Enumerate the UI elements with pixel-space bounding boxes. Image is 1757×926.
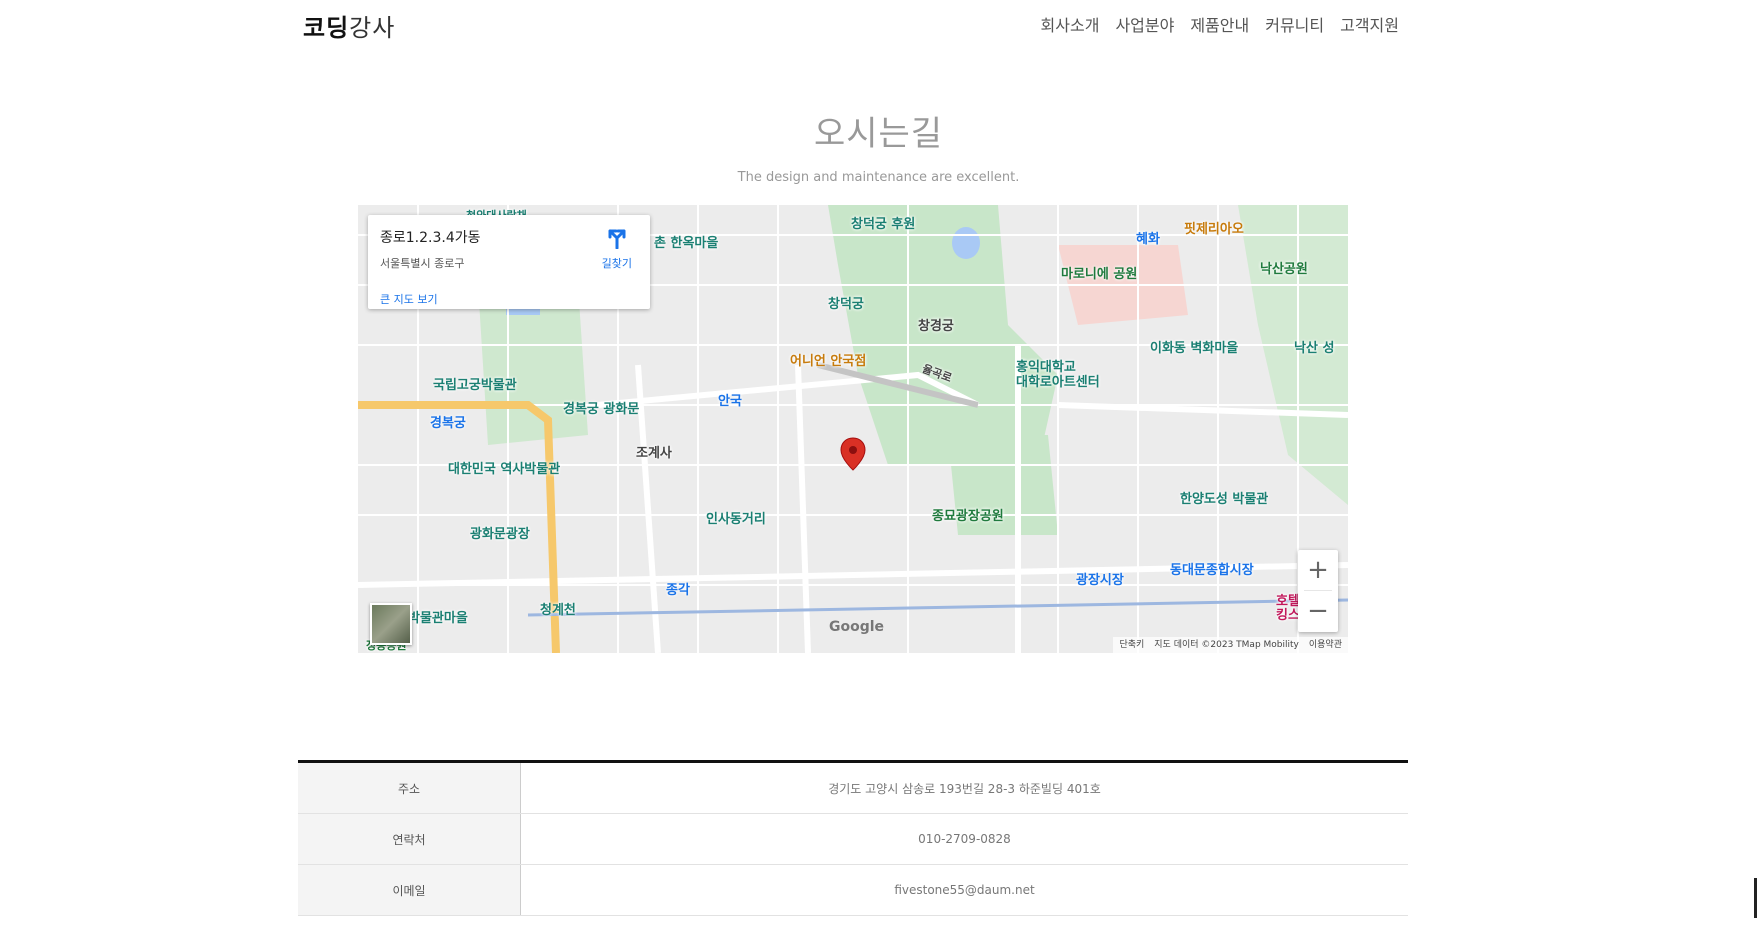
map-label-changdeokgung-garden: 창덕궁 후원 — [851, 217, 916, 232]
address-key: 주소 — [298, 761, 521, 814]
map-label-gwanghwamun-gate: 경복궁 광화문 — [563, 402, 640, 417]
email-value: fivestone55@daum.net — [520, 864, 1408, 916]
section-title: 오시는길 — [813, 114, 944, 154]
attrib-data: 지도 데이터 ©2023 TMap Mobility — [1154, 640, 1299, 650]
directions-icon — [608, 229, 626, 250]
map-label-dongdaemun: 동대문종합시장 — [1170, 563, 1254, 578]
map-label-pitjeria: 핏제리아오 — [1184, 222, 1244, 237]
map-label-jonggak: 종각 — [666, 583, 690, 598]
map-label-naksan: 낙산공원 — [1260, 262, 1308, 277]
site-logo[interactable]: 코딩강사 — [303, 8, 395, 43]
map-info-place: 종로1.2.3.4가동 — [380, 230, 481, 246]
logo-part-2: 강사 — [349, 14, 396, 42]
map-label-ihwa: 이화동 벽화마을 — [1150, 341, 1239, 356]
map-label-insadong: 인사동거리 — [706, 512, 766, 527]
map-attribution: 단축키 지도 데이터 ©2023 TMap Mobility 이용약관 — [1113, 637, 1348, 653]
map-label-hanyang: 한양도성 박물관 — [1180, 492, 1269, 507]
map-label-gwangjang: 광장시장 — [1076, 573, 1124, 588]
satellite-toggle[interactable] — [370, 603, 412, 645]
map-label-gyeongbokgung-station: 경복궁 — [430, 416, 466, 431]
attrib-shortcuts[interactable]: 단축키 — [1119, 637, 1144, 653]
nav-item-support[interactable]: 고객지원 — [1340, 12, 1399, 36]
zoom-control: + − — [1298, 550, 1338, 632]
address-value: 경기도 고양시 삼송로 193번길 28-3 하준빌딩 401호 — [520, 761, 1408, 814]
map-label-changdeokgung: 창덕궁 — [828, 297, 864, 312]
table-row: 연락처 010-2709-0828 — [298, 813, 1408, 865]
map-label-hotel: 호텔 킹스 — [1276, 594, 1300, 623]
map-label-marronnier: 마로니에 공원 — [1061, 267, 1138, 282]
map-label-changgyeonggung: 창경궁 — [918, 319, 954, 334]
nav-item-business[interactable]: 사업분야 — [1115, 12, 1174, 36]
phone-key: 연락처 — [298, 813, 521, 865]
map-label-jongmyo: 종묘광장공원 — [932, 509, 1004, 524]
map-marker-icon[interactable] — [840, 437, 866, 471]
main-nav: 회사소개 사업분야 제품안내 커뮤니티 고객지원 — [1041, 12, 1399, 36]
directions-button[interactable]: 길찾기 — [602, 227, 632, 271]
directions-label: 길찾기 — [601, 257, 632, 270]
contact-table: 주소 경기도 고양시 삼송로 193번길 28-3 하준빌딩 401호 연락처 … — [298, 760, 1408, 916]
map-label-anguk: 안국 — [718, 394, 742, 409]
nav-item-products[interactable]: 제품안내 — [1190, 12, 1249, 36]
map-label-cheonggyecheon: 청계천 — [540, 603, 576, 618]
map-label-bukchon: 촌 한옥마을 — [654, 236, 719, 251]
map-label-naksan-fort: 낙산 성 — [1294, 341, 1335, 356]
map-label-hongik: 홍익대학교 대학로아트센터 — [1016, 360, 1100, 390]
google-logo: Google — [829, 619, 885, 635]
table-row: 주소 경기도 고양시 삼송로 193번길 28-3 하준빌딩 401호 — [298, 761, 1408, 814]
email-key: 이메일 — [298, 864, 521, 916]
map-label-gwanghwamun-square: 광화문광장 — [470, 527, 530, 542]
nav-item-company[interactable]: 회사소개 — [1041, 12, 1100, 36]
map-label-gogung: 국립고궁박물관 — [433, 378, 517, 393]
zoom-in-button[interactable]: + — [1298, 550, 1338, 590]
map-label-museum-village: 박물관마을 — [408, 611, 468, 626]
map-info-card: 종로1.2.3.4가동 서울특별시 종로구 큰 지도 보기 길찾기 — [368, 215, 650, 309]
section-subtitle: The design and maintenance are excellent… — [737, 170, 1020, 185]
larger-map-link[interactable]: 큰 지도 보기 — [380, 291, 438, 307]
map-label-onion: 어니언 안국점 — [790, 354, 867, 369]
logo-part-1: 코딩 — [303, 13, 350, 42]
nav-item-community[interactable]: 커뮤니티 — [1265, 12, 1324, 36]
map-label-jogyesa: 조계사 — [636, 446, 672, 461]
table-row: 이메일 fivestone55@daum.net — [298, 864, 1408, 916]
zoom-out-button[interactable]: − — [1298, 591, 1338, 631]
google-map[interactable]: 청와대사랑채 창덕궁 후원 창덕궁 창경궁 혜화 핏제리아오 낙산공원 마로니에… — [358, 205, 1348, 653]
map-label-history-museum: 대한민국 역사박물관 — [448, 462, 561, 477]
site-header: 코딩강사 회사소개 사업분야 제품안내 커뮤니티 고객지원 — [0, 0, 1757, 50]
phone-value: 010-2709-0828 — [520, 813, 1408, 865]
attrib-terms[interactable]: 이용약관 — [1309, 637, 1342, 653]
map-info-address: 서울특별시 종로구 — [380, 257, 465, 270]
map-label-hyehwa: 혜화 — [1136, 232, 1160, 247]
